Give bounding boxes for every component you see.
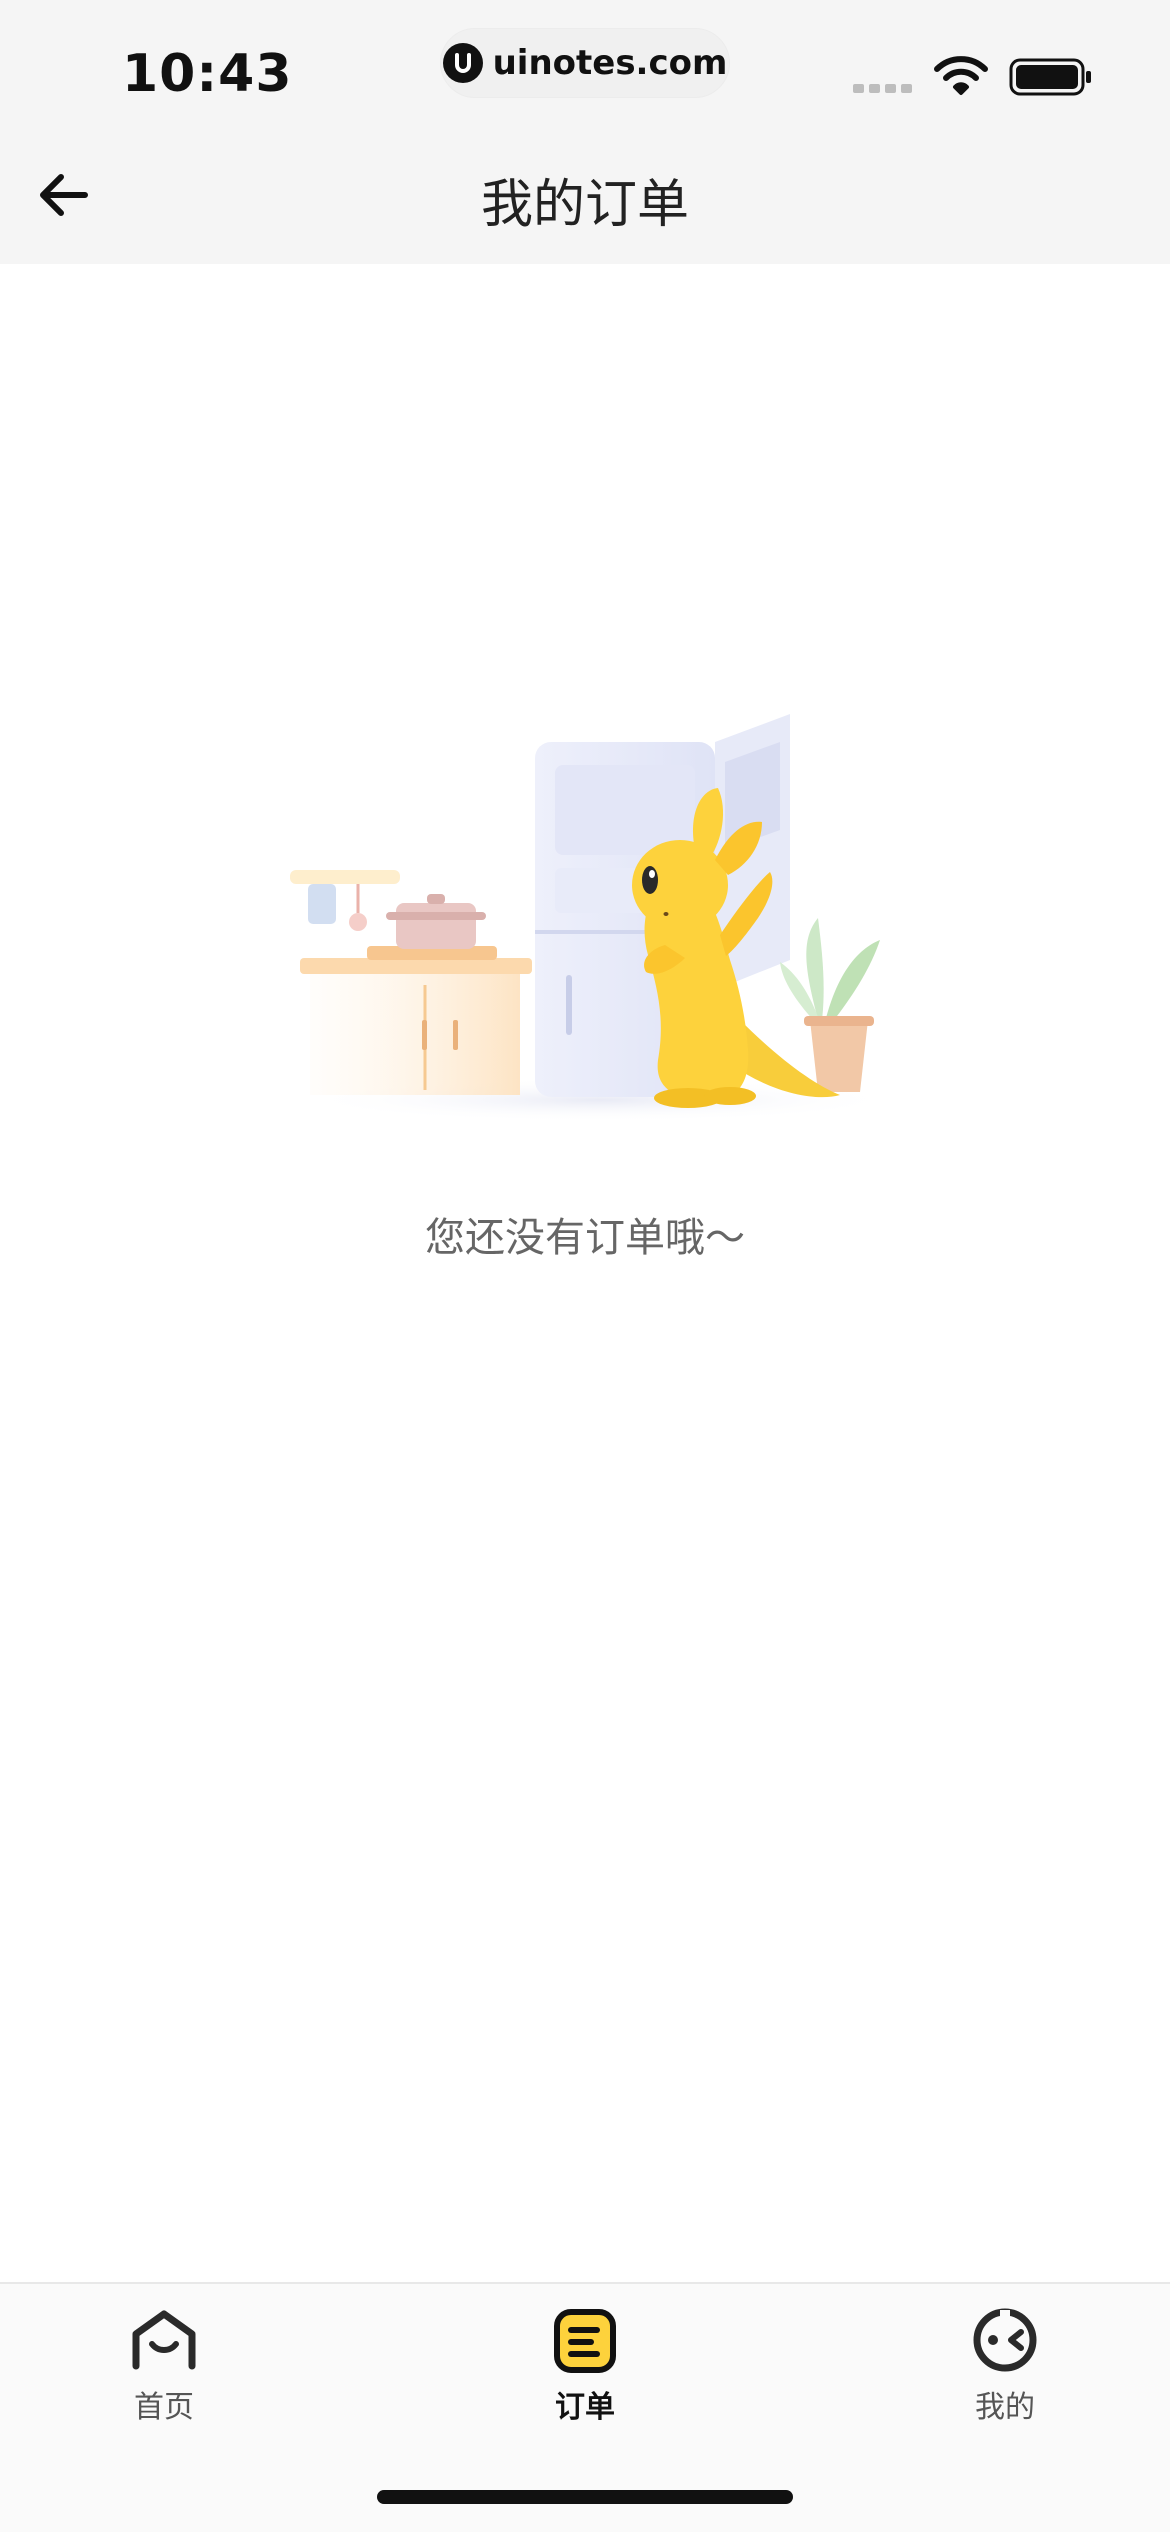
home-indicator [377,2490,793,2504]
tab-profile-label: 我的 [975,2390,1035,2425]
empty-order-message: 您还没有订单哦～ [425,1215,745,1261]
tab-profile[interactable]: 我的 [905,2304,1105,2434]
tab-home-label: 首页 [134,2390,194,2425]
home-icon [132,2310,196,2370]
tab-orders-label: 订单 [555,2390,615,2425]
order-icon [554,2309,616,2373]
status-bar: 10:43 uinotes.com [0,0,1170,130]
kangaroo-fridge-illustration [290,714,900,1122]
wifi-icon [934,56,988,95]
profile-icon [973,2308,1037,2372]
url-text: uinotes.com [492,43,728,83]
tab-home[interactable]: 首页 [64,2304,264,2434]
url-pill[interactable]: uinotes.com [440,28,730,98]
nav-header: 我的订单 [0,130,1170,264]
battery-icon [1009,58,1091,96]
site-logo-icon [442,43,483,83]
tab-orders[interactable]: 订单 [485,2304,685,2434]
signal-icon [853,84,912,93]
page-title: 我的订单 [480,175,689,235]
status-time: 10:43 [122,44,293,104]
